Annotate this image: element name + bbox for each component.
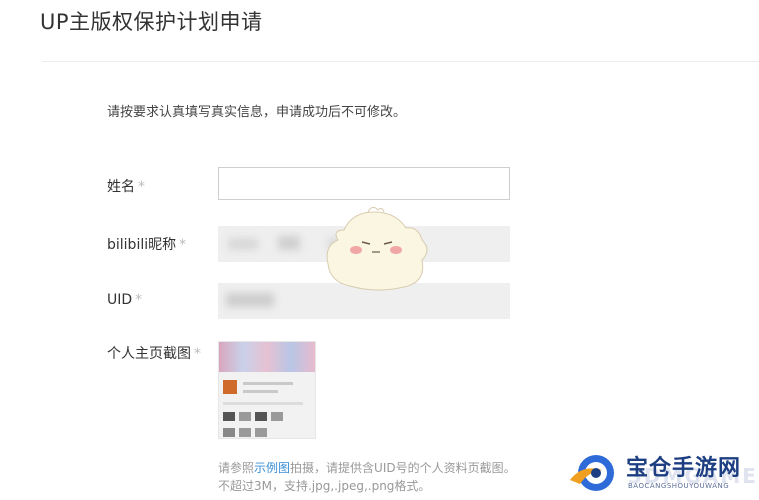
mascot-sticker-icon [326,206,428,291]
title-divider [42,61,759,62]
form-notice: 请按要求认真填写真实信息，申请成功后不可修改。 [107,105,407,120]
screenshot-help-text: 请参照示例图拍摄，请提供含UID号的个人资料页截图。 不超过3M，支持.jpg,… [218,459,516,495]
name-label: 姓名 * [107,176,145,196]
example-image-link[interactable]: 示例图 [254,461,290,475]
required-mark: * [138,179,145,195]
screenshot-avatar [223,380,237,394]
name-input[interactable] [218,167,510,200]
help-prefix: 请参照 [218,461,255,475]
nickname-label-text: bilibili昵称 [107,237,177,253]
uid-label: UID * [107,292,142,308]
watermark-logo-icon [570,455,614,491]
required-mark: * [194,346,201,362]
required-mark: * [135,292,143,308]
name-label-text: 姓名 [107,179,135,195]
watermark-name: 宝仓手游网 [626,455,742,481]
watermark-subtitle: BAOCANGSHOUYOUWANG [628,482,730,490]
help-line2: 不超过3M，支持.jpg,.jpeg,.png格式。 [218,479,431,493]
required-mark: * [179,237,187,253]
nickname-label: bilibili昵称 * [107,234,186,254]
uid-label-text: UID [107,292,133,308]
site-watermark: 3DMGAME 宝仓手游网 BAOCANGSHOUYOUWANG [566,450,756,496]
page-title: UP主版权保护计划申请 [40,10,263,34]
screenshot-banner [219,342,315,372]
screenshot-label: 个人主页截图 * [107,343,201,363]
profile-screenshot-thumbnail[interactable] [218,341,316,439]
screenshot-label-text: 个人主页截图 [107,346,191,362]
help-middle: 拍摄，请提供含UID号的个人资料页截图。 [290,461,516,475]
